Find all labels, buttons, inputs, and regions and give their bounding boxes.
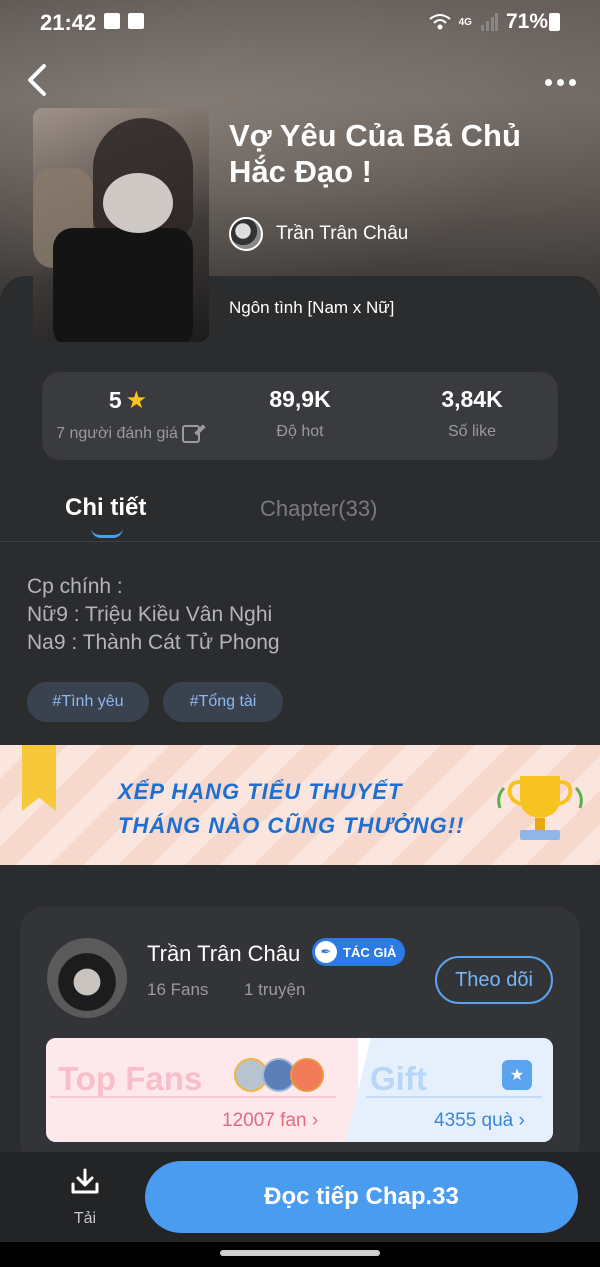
avatar <box>229 217 263 251</box>
fans-gift-panel: Top Fans Gift ★ 12007 fan › 4355 quà › <box>46 1038 553 1142</box>
more-dots-icon <box>544 78 552 86</box>
battery-icon <box>549 13 560 31</box>
hot-label: Độ hot <box>276 423 324 440</box>
system-nav-bar <box>0 1242 600 1267</box>
description: Cp chính : Nữ9 : Triệu Kiều Vân Nghi Na9… <box>27 575 280 654</box>
author-name: Trần Trân Châu <box>276 223 409 244</box>
signal-icon <box>480 13 498 31</box>
battery-percent: 71% <box>505 10 548 33</box>
likes-value: 3,84K <box>441 386 503 412</box>
works-count: 1 truyện <box>244 980 306 999</box>
author-badge: ✒ TÁC GIẢ <box>312 938 406 966</box>
gift-title: Gift <box>370 1060 427 1097</box>
gift-count[interactable]: 4355 quà › <box>434 1110 525 1132</box>
top-fans-title: Top Fans <box>58 1060 203 1097</box>
book-cover[interactable] <box>33 108 209 342</box>
wifi-icon <box>429 14 451 30</box>
ribbon-icon <box>22 745 56 811</box>
chevron-right-icon: › <box>518 1110 525 1131</box>
tag-chip[interactable]: #Tình yêu <box>27 682 149 722</box>
download-icon <box>71 1168 99 1194</box>
genre-label: Ngôn tình [Nam x Nữ] <box>229 298 395 317</box>
hot-stat: 89,9K Độ hot <box>214 386 386 441</box>
book-title: Vợ Yêu Của Bá Chủ Hắc Đạo ! <box>229 118 521 189</box>
fan-count[interactable]: 12007 fan › <box>222 1110 318 1132</box>
banner-line-1: XẾP HẠNG TIỂU THUYẾT <box>118 779 403 804</box>
hot-value: 89,9K <box>269 386 331 412</box>
download-button[interactable]: Tải <box>60 1168 110 1228</box>
tab-chapter[interactable]: Chapter(33) <box>260 496 377 522</box>
author-link[interactable]: Trần Trân Châu <box>229 217 408 251</box>
tab-detail[interactable]: Chi tiết <box>65 494 146 522</box>
pen-icon: ✒ <box>315 941 337 963</box>
checkbox-notification-icon <box>128 13 144 29</box>
banner-line-2: THÁNG NÀO CŨNG THƯỞNG!! <box>118 813 465 838</box>
follow-button[interactable]: Theo dõi <box>435 956 553 1004</box>
home-indicator[interactable] <box>220 1250 380 1256</box>
active-tab-indicator <box>91 528 123 538</box>
download-label: Tải <box>73 1210 97 1227</box>
tag-chip[interactable]: #Tổng tài <box>163 682 283 722</box>
trophy-icon <box>497 776 583 840</box>
rating-stat[interactable]: 5 ★ 7 người đánh giá <box>42 386 214 443</box>
avatar[interactable] <box>47 938 127 1018</box>
status-time: 21:42 <box>40 10 97 35</box>
rating-value: 5 <box>108 387 122 413</box>
stats-panel: 5 ★ 7 người đánh giá 89,9K Độ hot 3,84K S… <box>42 372 558 460</box>
edit-icon[interactable] <box>181 425 200 443</box>
chevron-right-icon: › <box>311 1110 319 1131</box>
fan-avatars <box>234 1058 324 1092</box>
gallery-icon <box>104 13 120 29</box>
more-options-button[interactable] <box>540 70 580 94</box>
continue-reading-button[interactable]: Đọc tiếp Chap.33 <box>145 1161 578 1233</box>
avatar <box>290 1058 324 1092</box>
star-icon: ★ <box>125 387 148 414</box>
fans-count: 16 Fans <box>147 980 209 999</box>
author-card-name[interactable]: Trần Trân Châu <box>147 941 300 967</box>
network-type: 4G <box>458 16 472 28</box>
rating-count-label: 7 người đánh giá <box>56 425 178 442</box>
likes-label: Số like <box>447 423 497 440</box>
gift-icon: ★ <box>502 1060 532 1090</box>
divider <box>0 541 600 542</box>
chevron-left-icon <box>28 64 46 96</box>
back-button[interactable] <box>22 62 54 98</box>
status-bar: 21:42 4G 71% <box>0 0 600 46</box>
likes-stat: 3,84K Số like <box>386 386 558 441</box>
